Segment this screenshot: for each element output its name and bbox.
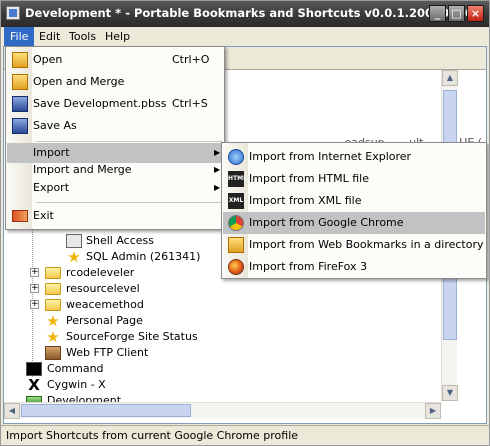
internet-explorer-icon — [228, 149, 244, 165]
xml-file-icon: XML — [228, 193, 244, 209]
expand-icon[interactable]: + — [30, 284, 39, 293]
menu-item-import-merge[interactable]: Import and Merge ▶ — [7, 161, 223, 179]
menu-edit[interactable]: Edit — [33, 27, 66, 46]
star-icon: ★ — [46, 312, 60, 330]
firefox-icon — [228, 259, 244, 275]
save-disk-icon — [12, 96, 28, 112]
scroll-down-button[interactable]: ▼ — [442, 385, 458, 401]
menu-item-exit[interactable]: Exit — [7, 205, 223, 227]
menu-separator — [36, 141, 222, 142]
scroll-up-button[interactable]: ▲ — [442, 70, 458, 86]
folder-icon — [45, 267, 61, 279]
menu-item-import-firefox[interactable]: Import from FireFox 3 — [223, 256, 485, 278]
menu-help[interactable]: Help — [99, 27, 136, 46]
scroll-right-button[interactable]: ▶ — [425, 403, 441, 419]
status-text: Import Shortcuts from current Google Chr… — [6, 429, 299, 442]
save-as-disk-icon — [12, 118, 28, 134]
menu-item-import-chrome[interactable]: Import from Google Chrome — [223, 212, 485, 234]
expand-icon[interactable]: + — [30, 268, 39, 277]
open-folder-icon — [12, 52, 28, 68]
folder-icon — [45, 283, 61, 295]
scroll-left-button[interactable]: ◀ — [4, 403, 20, 419]
open-merge-icon — [12, 74, 28, 90]
menu-item-import-html[interactable]: HTML Import from HTML file — [223, 168, 485, 190]
import-submenu: Import from Internet Explorer HTML Impor… — [221, 142, 487, 279]
menu-item-open-merge[interactable]: Open and Merge — [7, 71, 223, 93]
folder-icon — [45, 299, 61, 311]
menu-item-export[interactable]: Export ▶ — [7, 179, 223, 197]
menu-tools[interactable]: Tools — [63, 27, 102, 46]
menu-item-import[interactable]: Import ▶ — [7, 143, 223, 163]
minimize-button[interactable]: _ — [429, 5, 446, 22]
menu-separator — [36, 202, 222, 203]
maximize-button[interactable]: □ — [448, 5, 465, 22]
menu-file[interactable]: File — [4, 27, 35, 46]
console-icon — [26, 362, 42, 376]
status-bar: Import Shortcuts from current Google Chr… — [1, 425, 489, 445]
window-title: Development * - Portable Bookmarks and S… — [25, 6, 474, 20]
submenu-arrow-icon: ▶ — [214, 148, 221, 157]
horizontal-scroll-thumb[interactable] — [21, 404, 191, 417]
app-icon — [6, 6, 20, 20]
horizontal-scrollbar[interactable]: ◀ ▶ — [4, 402, 441, 419]
web-folder-icon — [228, 237, 244, 253]
expand-icon[interactable]: + — [30, 300, 39, 309]
submenu-arrow-icon: ▶ — [214, 165, 221, 174]
ftp-icon — [45, 346, 61, 360]
submenu-arrow-icon: ▶ — [214, 183, 221, 192]
menu-bar: File Edit Tools Help — [1, 27, 489, 46]
menu-item-open[interactable]: Open Ctrl+O — [7, 49, 223, 71]
title-bar[interactable]: Development * - Portable Bookmarks and S… — [1, 1, 489, 27]
exit-icon — [12, 210, 28, 222]
html-file-icon: HTML — [228, 171, 247, 187]
menu-item-save[interactable]: Save Development.pbss Ctrl+S — [7, 93, 223, 115]
app-window: Development * - Portable Bookmarks and S… — [0, 0, 490, 446]
close-button[interactable]: × — [467, 5, 484, 22]
star-icon: ★ — [46, 328, 60, 346]
google-chrome-icon — [228, 215, 244, 231]
file-menu: Open Ctrl+O Open and Merge Save Developm… — [5, 46, 225, 230]
star-icon: ★ — [67, 248, 81, 266]
terminal-icon — [66, 234, 82, 248]
menu-item-save-as[interactable]: Save As — [7, 115, 223, 137]
menu-item-import-xml[interactable]: XML Import from XML file — [223, 190, 485, 212]
menu-item-import-ie[interactable]: Import from Internet Explorer — [223, 146, 485, 168]
menu-item-import-web-dir[interactable]: Import from Web Bookmarks in a directory — [223, 234, 485, 256]
x-logo-icon: X — [28, 376, 40, 394]
